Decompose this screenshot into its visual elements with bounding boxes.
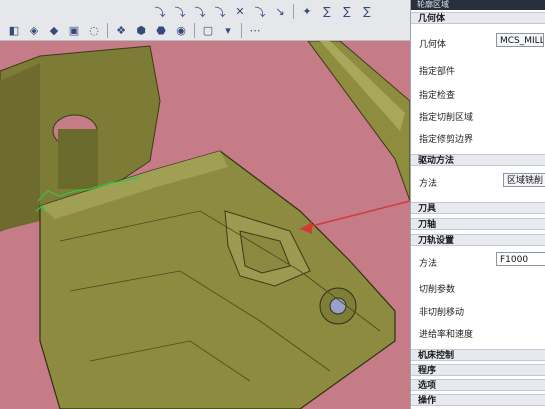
section-toolpath-settings[interactable]: 刀轨设置 (411, 234, 545, 246)
specify-cut-area-label[interactable]: 指定切削区域 (419, 110, 473, 123)
feeds-speeds-label[interactable]: 进给率和速度 (419, 327, 473, 340)
dropdown-icon[interactable]: ▾ (220, 23, 236, 39)
section-actions[interactable]: 操作 (411, 394, 545, 406)
drive-method-select[interactable]: 区域铣削 (503, 173, 545, 187)
view-icon[interactable]: ▣ (66, 23, 82, 39)
operation-icon[interactable]: ✕ (232, 4, 248, 20)
toolbar-separator (194, 23, 195, 38)
operation-icon[interactable]: ∑ (319, 4, 335, 20)
view-icon[interactable]: ◧ (6, 23, 22, 39)
part-model (0, 41, 410, 409)
specify-check-label[interactable]: 指定检查 (419, 88, 455, 101)
operation-icon[interactable]: ⤵ (172, 4, 188, 20)
view-icon[interactable]: ◆ (46, 23, 62, 39)
specify-trim-boundary-label[interactable]: 指定修剪边界 (419, 132, 473, 145)
render-icon[interactable]: ❖ (113, 23, 129, 39)
toolbar-separator (107, 23, 108, 38)
section-drive-method[interactable]: 驱动方法 (411, 154, 545, 166)
operation-icon[interactable]: ⤵ (252, 4, 268, 20)
box-icon[interactable]: ▢ (200, 23, 216, 39)
grid-icon[interactable]: ⋯ (247, 23, 263, 39)
view-icon[interactable]: ◈ (26, 23, 42, 39)
dialog-title: 轮廓区域 (411, 0, 545, 10)
render-icon[interactable]: ◉ (173, 23, 189, 39)
operation-dialog: 轮廓区域 几何体 几何体 MCS_MILL 指定部件 指定检查 指定切削区域 指… (410, 0, 545, 409)
section-tool[interactable]: 刀具 (411, 202, 545, 214)
cut-params-label[interactable]: 切削参数 (419, 282, 455, 295)
operation-icon[interactable]: ⤵ (212, 4, 228, 20)
section-options[interactable]: 选项 (411, 379, 545, 391)
toolpath-method-select[interactable]: F1000 (496, 252, 545, 266)
toolbar-separator (293, 4, 294, 19)
render-icon[interactable]: ⬣ (153, 23, 169, 39)
specify-part-label[interactable]: 指定部件 (419, 64, 455, 77)
section-machine-control[interactable]: 机床控制 (411, 349, 545, 361)
graphics-viewport[interactable] (0, 41, 410, 409)
non-cut-moves-label[interactable]: 非切削移动 (419, 305, 464, 318)
operation-icon[interactable]: ✦ (299, 4, 315, 20)
geometry-label: 几何体 (419, 40, 447, 50)
section-program[interactable]: 程序 (411, 364, 545, 376)
toolbar-row-top: ⤵ ⤵ ⤵ ⤵ ✕ ⤵ ↘ ✦ ∑ ∑ ∑ (150, 2, 377, 21)
toolpath-method-label: 方法 (419, 259, 438, 269)
render-icon[interactable]: ⬢ (133, 23, 149, 39)
drive-method-label: 方法 (419, 179, 438, 189)
section-geometry[interactable]: 几何体 (411, 12, 545, 24)
view-icon[interactable]: ◌ (86, 23, 102, 39)
operation-icon[interactable]: ⤵ (192, 4, 208, 20)
geometry-select[interactable]: MCS_MILL (496, 33, 544, 47)
section-tool-axis[interactable]: 刀轴 (411, 218, 545, 230)
operation-icon[interactable]: ⤵ (152, 4, 168, 20)
toolbar-separator (241, 23, 242, 38)
operation-icon[interactable]: ∑ (359, 4, 375, 20)
toolbar: ⤵ ⤵ ⤵ ⤵ ✕ ⤵ ↘ ✦ ∑ ∑ ∑ ◧ ◈ ◆ ▣ ◌ ❖ ⬢ ⬣ ◉ … (0, 0, 410, 41)
operation-icon[interactable]: ↘ (272, 4, 288, 20)
operation-icon[interactable]: ∑ (339, 4, 355, 20)
toolbar-row-bottom: ◧ ◈ ◆ ▣ ◌ ❖ ⬢ ⬣ ◉ ▢ ▾ ⋯ (4, 21, 265, 40)
